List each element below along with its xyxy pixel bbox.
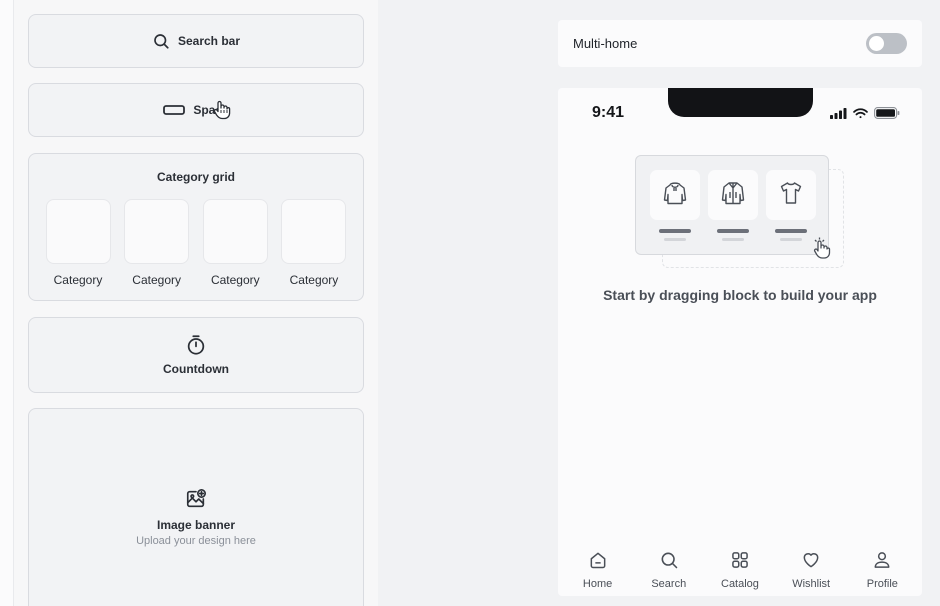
category-grid-block[interactable]: Category grid Category Category Category… <box>28 153 364 301</box>
heart-icon <box>801 550 821 575</box>
category-label: Category <box>210 273 260 287</box>
jacket-icon <box>719 179 747 212</box>
status-icons <box>830 106 900 124</box>
tab-label: Profile <box>866 578 898 590</box>
item-title-placeholder <box>717 229 749 233</box>
image-banner-block[interactable]: Image banner Upload your design here <box>28 408 364 606</box>
multi-home-toggle[interactable] <box>866 33 907 54</box>
tab-catalog[interactable]: Catalog <box>708 550 772 590</box>
illustration-item <box>766 170 816 241</box>
search-bar-label: Search bar <box>177 34 241 48</box>
user-icon <box>872 550 892 575</box>
tab-label: Wishlist <box>792 578 831 590</box>
home-icon <box>588 550 608 575</box>
category-tiles: Category Category Category Category <box>45 199 347 287</box>
panel-divider <box>0 0 14 606</box>
image-banner-label: Image banner <box>156 517 236 532</box>
cellular-signal-icon <box>830 106 847 124</box>
item-price-placeholder <box>780 238 802 241</box>
tab-home[interactable]: Home <box>566 550 630 590</box>
tab-profile[interactable]: Profile <box>850 550 914 590</box>
category-label: Category <box>132 273 181 287</box>
space-block[interactable]: Space <box>28 83 364 137</box>
battery-icon <box>874 106 900 124</box>
timer-icon <box>185 334 207 356</box>
category-label: Category <box>289 273 339 287</box>
category-image-placeholder <box>281 199 347 264</box>
tab-label: Catalog <box>721 578 759 590</box>
status-time: 9:41 <box>592 104 625 121</box>
bottom-tab-bar: Home Search Catalog Wishlist Profile <box>558 550 922 592</box>
category-image-placeholder <box>124 199 190 264</box>
item-price-placeholder <box>722 238 744 241</box>
item-title-placeholder <box>659 229 691 233</box>
item-title-placeholder <box>775 229 807 233</box>
category-tile: Category <box>124 199 190 287</box>
countdown-block[interactable]: Countdown <box>28 317 364 393</box>
tab-label: Home <box>582 578 613 590</box>
grid-icon <box>730 550 750 575</box>
search-icon <box>152 32 170 50</box>
category-image-placeholder <box>202 199 268 264</box>
empty-state-message: Start by dragging block to build your ap… <box>603 287 877 303</box>
phone-preview: 9:41 Start by dragging block to build yo… <box>558 88 922 596</box>
tab-search[interactable]: Search <box>637 550 701 590</box>
empty-state-illustration <box>635 155 829 255</box>
hoodie-icon <box>661 179 689 212</box>
tab-label: Search <box>651 578 687 590</box>
category-tile: Category <box>202 199 268 287</box>
wifi-icon <box>853 106 868 124</box>
category-tile: Category <box>45 199 111 287</box>
hand-cursor-icon <box>213 100 231 125</box>
item-price-placeholder <box>664 238 686 241</box>
category-image-placeholder <box>45 199 111 264</box>
multi-home-label: Multi-home <box>573 36 638 51</box>
phone-notch <box>668 88 813 117</box>
search-bar-block[interactable]: Search bar <box>28 14 364 68</box>
image-banner-subtitle: Upload your design here <box>136 534 256 547</box>
space-icon <box>163 104 186 116</box>
multi-home-setting: Multi-home <box>558 20 922 67</box>
illustration-item <box>708 170 758 241</box>
search-icon <box>659 550 679 575</box>
tab-wishlist[interactable]: Wishlist <box>779 550 843 590</box>
category-label: Category <box>53 273 103 287</box>
category-tile: Category <box>281 199 347 287</box>
tshirt-icon <box>777 179 805 212</box>
illustration-item <box>650 170 700 241</box>
tap-hand-icon <box>810 236 832 265</box>
toggle-knob <box>869 36 884 51</box>
category-grid-title: Category grid <box>156 170 235 184</box>
image-add-icon <box>185 488 207 510</box>
countdown-label: Countdown <box>163 362 229 376</box>
blocks-panel: Search bar Space Category grid Category … <box>0 0 378 606</box>
